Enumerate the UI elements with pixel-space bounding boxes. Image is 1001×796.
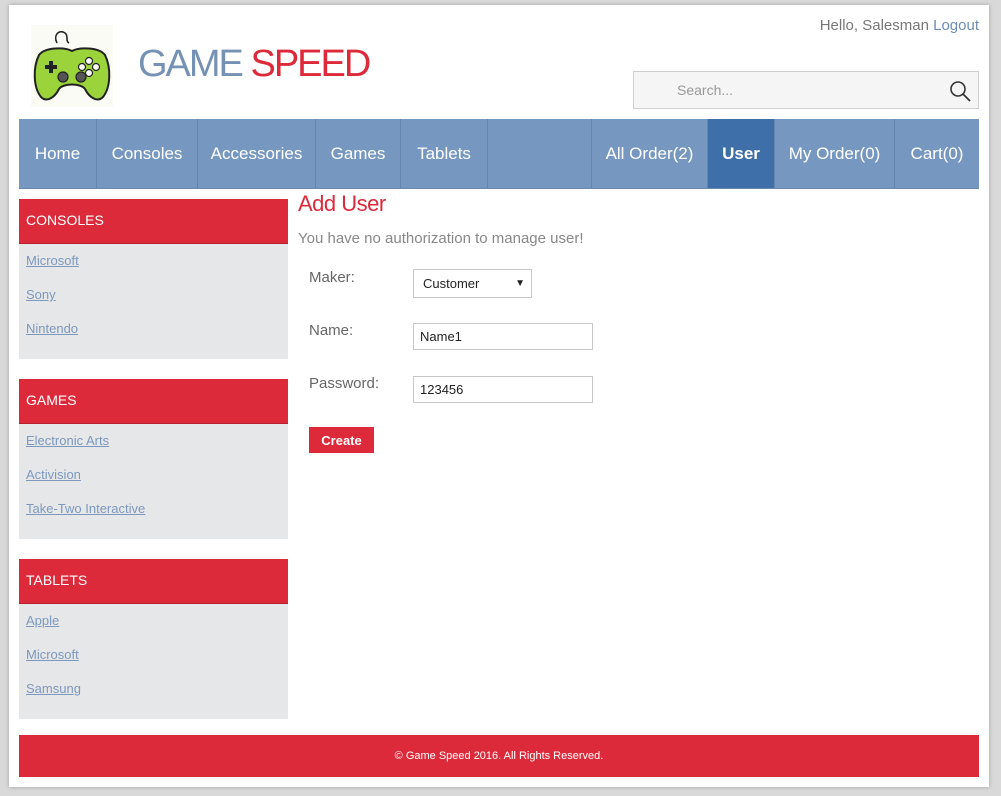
sidebar-heading: GAMES <box>19 379 288 424</box>
main-content: Add User You have no authorization to ma… <box>298 191 978 453</box>
sidebar-section-consoles: CONSOLES Microsoft Sony Nintendo <box>19 199 288 359</box>
dropdown-arrow-icon: ▼ <box>515 278 525 289</box>
sidebar-section-games: GAMES Electronic Arts Activision Take-Tw… <box>19 379 288 539</box>
sidebar-link-samsung[interactable]: Samsung <box>26 679 288 713</box>
user-greeting: Hello, Salesman Logout <box>820 17 979 34</box>
maker-select[interactable]: Customer ▼ <box>413 269 532 298</box>
sidebar-heading: TABLETS <box>19 559 288 604</box>
search-icon[interactable] <box>948 79 972 103</box>
page: GAME SPEED Hello, Salesman Logout Home C… <box>9 5 989 787</box>
nav-consoles[interactable]: Consoles <box>97 119 198 188</box>
nav-all-order[interactable]: All Order(2) <box>591 119 707 188</box>
search-input[interactable] <box>634 72 944 108</box>
sidebar-link-sony[interactable]: Sony <box>26 285 288 319</box>
name-field[interactable] <box>413 323 593 350</box>
copyright-text: © Game Speed 2016. All Rights Reserved. <box>394 750 604 762</box>
sidebar-link-microsoft-tablet[interactable]: Microsoft <box>26 645 288 679</box>
logout-link[interactable]: Logout <box>933 17 979 34</box>
greeting-text: Hello, Salesman <box>819 17 929 34</box>
name-label: Name: <box>309 322 354 339</box>
sidebar-link-nintendo[interactable]: Nintendo <box>26 319 288 353</box>
password-label: Password: <box>309 375 380 392</box>
sidebar: CONSOLES Microsoft Sony Nintendo GAMES E… <box>19 199 288 739</box>
authorization-message: You have no authorization to manage user… <box>298 230 584 247</box>
search-box <box>633 71 979 109</box>
sidebar-link-activision[interactable]: Activision <box>26 465 288 499</box>
sidebar-link-microsoft[interactable]: Microsoft <box>26 251 288 285</box>
maker-label: Maker: <box>309 269 355 286</box>
nav-my-order[interactable]: My Order(0) <box>774 119 894 188</box>
sidebar-link-take-two[interactable]: Take-Two Interactive <box>26 499 288 533</box>
brand-title[interactable]: GAME SPEED <box>138 43 371 86</box>
nav-cart[interactable]: Cart(0) <box>894 119 979 188</box>
sidebar-section-tablets: TABLETS Apple Microsoft Samsung <box>19 559 288 719</box>
nav-user[interactable]: User <box>707 119 774 188</box>
maker-select-value: Customer <box>423 276 480 291</box>
sidebar-heading: CONSOLES <box>19 199 288 244</box>
sidebar-link-apple[interactable]: Apple <box>26 611 288 645</box>
create-button[interactable]: Create <box>309 427 374 453</box>
sidebar-link-electronic-arts[interactable]: Electronic Arts <box>26 431 288 465</box>
nav-games[interactable]: Games <box>316 119 401 188</box>
nav-home[interactable]: Home <box>19 119 97 188</box>
footer: © Game Speed 2016. All Rights Reserved. <box>19 735 979 777</box>
page-title: Add User <box>298 191 386 216</box>
main-navigation: Home Consoles Accessories Games Tablets … <box>19 119 979 189</box>
password-field[interactable] <box>413 376 593 403</box>
gamepad-logo-icon <box>31 25 113 107</box>
brand-word-game: GAME <box>138 43 244 85</box>
nav-accessories[interactable]: Accessories <box>198 119 316 188</box>
brand-word-speed: SPEED <box>250 43 371 85</box>
nav-tablets[interactable]: Tablets <box>401 119 488 188</box>
